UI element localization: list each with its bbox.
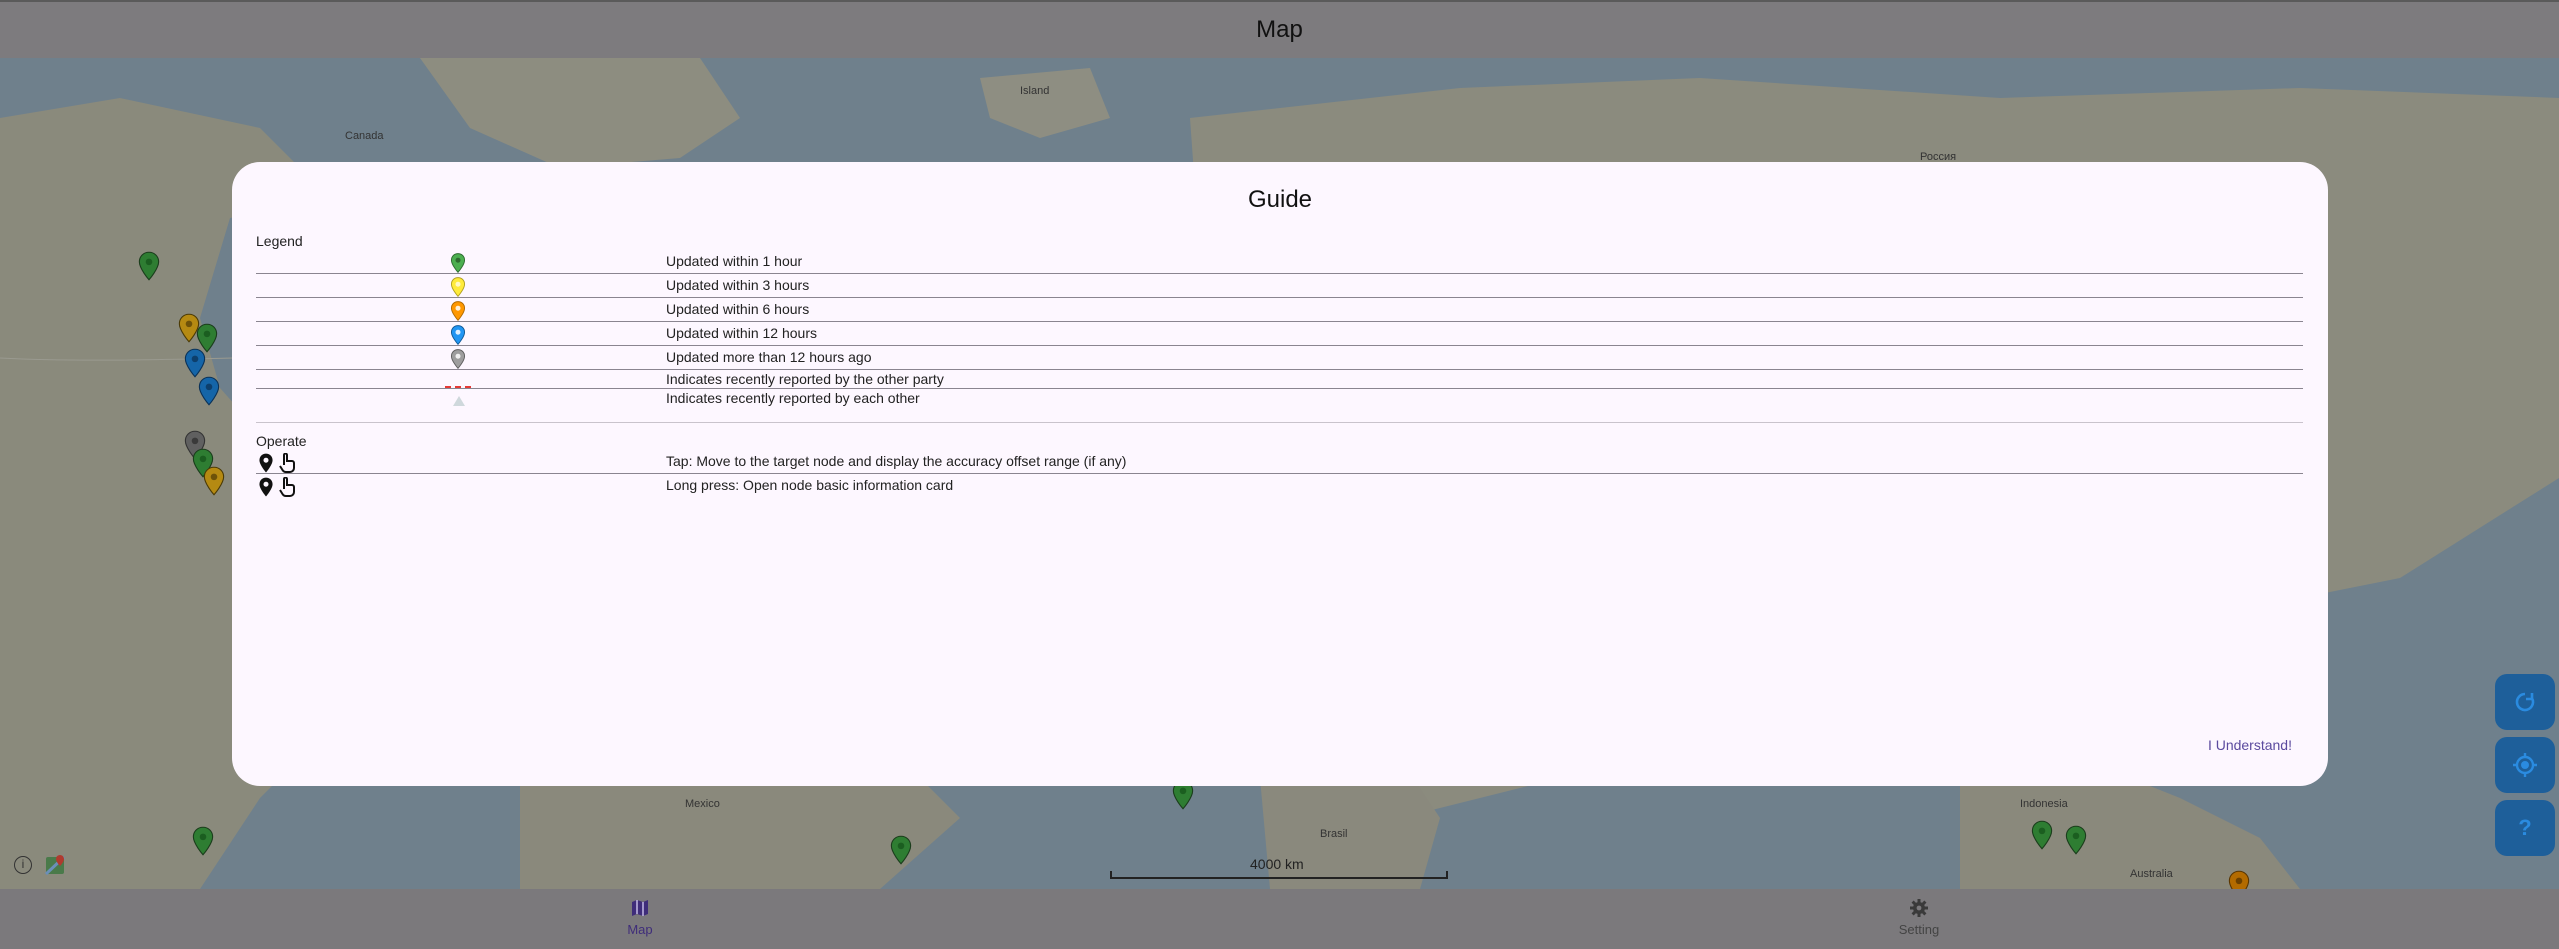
refresh-fab[interactable]: [2495, 674, 2555, 730]
pin-icon: [259, 453, 273, 473]
nav-item-setting[interactable]: Setting: [1859, 895, 1979, 937]
legend-text: Indicates recently reported by each othe…: [666, 390, 920, 406]
info-icon[interactable]: i: [14, 856, 32, 874]
operate-section-label: Operate: [256, 433, 307, 449]
map-scale-bar: [1110, 871, 1448, 879]
question-icon: ?: [2518, 815, 2532, 840]
nav-item-map[interactable]: Map: [580, 895, 700, 937]
node-pin[interactable]: [198, 376, 220, 406]
nav-item-label: Map: [627, 922, 653, 937]
nav-item-label: Setting: [1898, 922, 1940, 937]
pin-icon: [259, 477, 273, 497]
map-icon: [632, 900, 648, 916]
node-pin[interactable]: [2065, 825, 2087, 855]
map-label: Mexico: [685, 798, 720, 810]
guide-dialog: Guide Legend Updated within 1 hour Updat…: [232, 162, 2328, 786]
map-label: Australia: [2130, 868, 2173, 880]
map-label: Canada: [345, 130, 384, 142]
my-location-icon: [2513, 753, 2537, 777]
node-pin[interactable]: [2228, 870, 2250, 889]
grey-triangle-icon: [453, 393, 465, 411]
map-label: Brasil: [1320, 828, 1348, 840]
node-pin[interactable]: [192, 826, 214, 856]
my-location-fab[interactable]: [2495, 737, 2555, 793]
section-divider: [256, 422, 2303, 423]
legend-row: Updated within 3 hours: [256, 274, 2303, 298]
app-bar: Map: [0, 0, 2559, 58]
bottom-navigation: Map Setting: [0, 889, 2559, 949]
legend-row: Updated within 6 hours: [256, 298, 2303, 322]
tap-hand-icon: [279, 453, 295, 473]
node-pin[interactable]: [184, 348, 206, 378]
node-pin[interactable]: [203, 466, 225, 496]
node-pin[interactable]: [2031, 820, 2053, 850]
legend-section-label: Legend: [256, 233, 303, 249]
legend-text: Updated within 6 hours: [666, 301, 810, 317]
legend-row: Updated within 12 hours: [256, 322, 2303, 346]
legend-text: Updated more than 12 hours ago: [666, 349, 872, 365]
legend-text: Updated within 3 hours: [666, 277, 810, 293]
help-fab[interactable]: ?: [2495, 800, 2555, 856]
legend-row: Updated within 1 hour: [256, 250, 2303, 274]
operate-text: Tap: Move to the target node and display…: [666, 453, 1127, 469]
map-label: Indonesia: [2020, 798, 2068, 810]
dialog-title: Guide: [1247, 186, 1313, 213]
map-scale-label: 4000 km: [1250, 856, 1304, 872]
legend-text: Updated within 12 hours: [666, 325, 817, 341]
refresh-icon: [2515, 692, 2535, 712]
node-pin[interactable]: [890, 835, 912, 865]
app-title: Map: [1256, 16, 1303, 43]
map-label: Island: [1020, 85, 1050, 97]
operate-row: Tap: Move to the target node and display…: [256, 450, 2303, 474]
legend-row: Indicates recently reported by the other…: [256, 370, 2303, 389]
legend-text: Indicates recently reported by the other…: [666, 371, 944, 387]
legend-text: Updated within 1 hour: [666, 253, 803, 269]
understand-button[interactable]: I Understand!: [2208, 737, 2292, 753]
long-press-hand-icon: [279, 477, 295, 497]
gear-icon: [1910, 899, 1928, 917]
legend-row: Updated more than 12 hours ago: [256, 346, 2303, 370]
node-pin[interactable]: [138, 251, 160, 281]
legend-row: Indicates recently reported by each othe…: [256, 389, 2303, 409]
google-maps-icon[interactable]: [44, 854, 67, 876]
operate-row: Long press: Open node basic information …: [256, 474, 2303, 498]
operate-text: Long press: Open node basic information …: [666, 477, 954, 493]
